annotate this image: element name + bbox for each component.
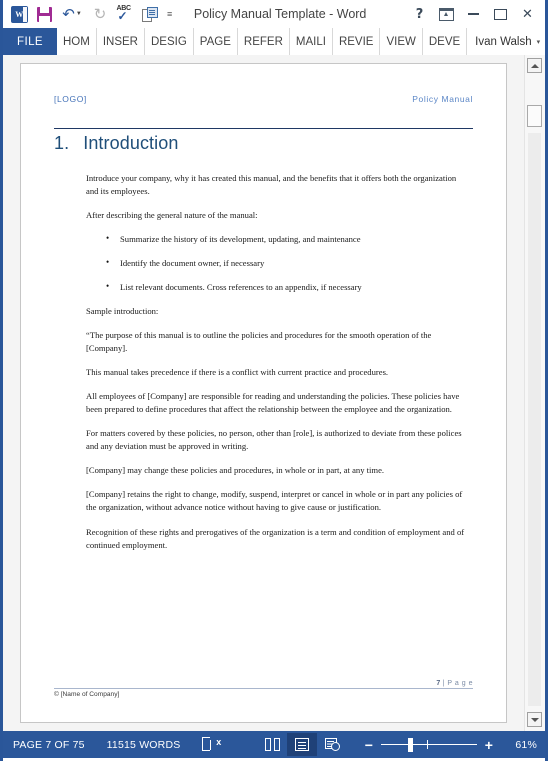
view-buttons [257,733,347,756]
vertical-scrollbar[interactable] [524,55,545,731]
tab-references[interactable]: REFER [238,28,290,55]
page-footer: 7 | P a g e © [Name of Company] [54,680,473,698]
scroll-up-icon[interactable] [527,58,542,73]
paragraph: [Company] retains the right to change, m… [86,489,463,513]
read-mode-icon [264,738,280,751]
word-application-window: W ↶ ▼ ↻ ABC ✓ ≡ Policy Manual Template - W… [0,0,548,761]
zoom-slider-line [381,744,477,746]
proofing-errors-icon[interactable]: x [202,737,221,752]
status-bar: PAGE 7 OF 75 11515 WORDS x − + 61% [3,731,545,758]
paragraph: Introduce your company, why it has creat… [86,173,457,197]
tab-developer[interactable]: DEVE [423,28,468,55]
zoom-slider-thumb[interactable] [408,738,413,752]
heading-text: Introduction [83,133,179,153]
paragraph: For matters covered by these policies, n… [86,428,462,452]
paragraph: [Company] may change these policies and … [86,465,385,476]
footer-page-word: | P a g e [442,680,473,687]
zoom-level[interactable]: 61% [511,739,537,751]
spelling-grammar-icon[interactable]: ABC ✓ [115,4,135,24]
footer-rule [54,688,473,689]
maximize-icon[interactable] [487,1,514,27]
document-body[interactable]: Introduce your company, why it has creat… [54,172,473,552]
help-icon[interactable]: ? [406,1,433,27]
paragraph: After describing the general nature of t… [86,210,258,221]
redo-icon[interactable]: ↻ [90,4,110,24]
paragraph: Recognition of these rights and prerogat… [86,526,465,550]
paragraph: All employees of [Company] are responsib… [86,391,460,415]
window-controls: ? ✕ [406,1,541,27]
web-layout-icon [324,738,340,751]
ribbon-tabs: HOM INSER DESIG PAGE REFER MAILI REVIE V… [57,28,545,55]
list-item: List relevant documents. Cross reference… [106,280,465,294]
account-area: Ivan Walsh ▾ K [467,28,545,55]
list-item: Identify the document owner, if necessar… [106,256,465,270]
save-icon[interactable] [34,4,54,24]
tab-design[interactable]: DESIG [145,28,194,55]
undo-button[interactable]: ↶ ▼ [59,4,85,24]
zoom-slider-midpoint [427,740,429,749]
ribbon-tab-bar: FILE HOM INSER DESIG PAGE REFER MAILI RE… [3,28,545,55]
zoom-out-button[interactable]: − [361,738,377,752]
window-title: Policy Manual Template - Word [193,7,367,21]
tab-page-layout[interactable]: PAGE [194,28,238,55]
chevron-down-icon[interactable]: ▾ [537,38,541,46]
tab-view[interactable]: VIEW [380,28,423,55]
scrollbar-thumb[interactable] [527,105,542,127]
scroll-down-icon[interactable] [527,712,542,727]
zoom-slider[interactable] [381,738,477,752]
footer-page-value: 7 [436,680,441,687]
word-logo-icon[interactable]: W [9,4,29,24]
scrollbar-track[interactable] [528,133,541,706]
open-in-desktop-icon[interactable] [140,4,160,24]
word-count[interactable]: 11515 WORDS [107,739,181,751]
list-item: Summarize the history of its development… [106,232,465,246]
quick-access-toolbar: W ↶ ▼ ↻ ABC ✓ ≡ [9,4,174,24]
bullet-list: Summarize the history of its development… [86,232,465,294]
tab-file[interactable]: FILE [3,28,57,55]
close-icon[interactable]: ✕ [514,1,541,27]
paragraph: “The purpose of this manual is to outlin… [86,329,432,353]
page-indicator[interactable]: PAGE 7 OF 75 [13,739,85,751]
tab-home[interactable]: HOM [57,28,97,55]
header-right-label: Policy Manual [412,94,473,104]
footer-copyright: © [Name of Company] [54,691,120,698]
read-mode-button[interactable] [257,733,287,756]
ribbon-display-options-icon[interactable] [433,1,460,27]
heading-number: 1. [54,133,70,153]
page-header: [LOGO] Policy Manual [54,64,473,104]
document-workspace: [LOGO] Policy Manual 1. Introduction Int… [3,55,545,731]
zoom-in-button[interactable]: + [481,738,497,752]
minimize-icon[interactable] [460,1,487,27]
title-bar: W ↶ ▼ ↻ ABC ✓ ≡ Policy Manual Template - W… [3,0,545,28]
zoom-control: − + 61% [361,738,537,752]
paragraph: This manual takes precedence if there is… [86,367,389,378]
web-layout-button[interactable] [317,733,347,756]
footer-page-number: 7 | P a g e [54,680,473,687]
document-page[interactable]: [LOGO] Policy Manual 1. Introduction Int… [20,63,507,723]
paragraph: Sample introduction: [86,305,159,316]
print-layout-icon [295,738,309,751]
logo-placeholder: [LOGO] [54,94,87,104]
page-title: 1. Introduction [54,133,473,154]
tab-insert[interactable]: INSER [97,28,145,55]
tab-review[interactable]: REVIE [333,28,381,55]
tab-mailings[interactable]: MAILI [290,28,333,55]
user-name: Ivan Walsh [475,35,532,48]
undo-dropdown-caret[interactable]: ▼ [76,11,82,17]
print-layout-button[interactable] [287,733,317,756]
heading-rule [54,128,473,129]
